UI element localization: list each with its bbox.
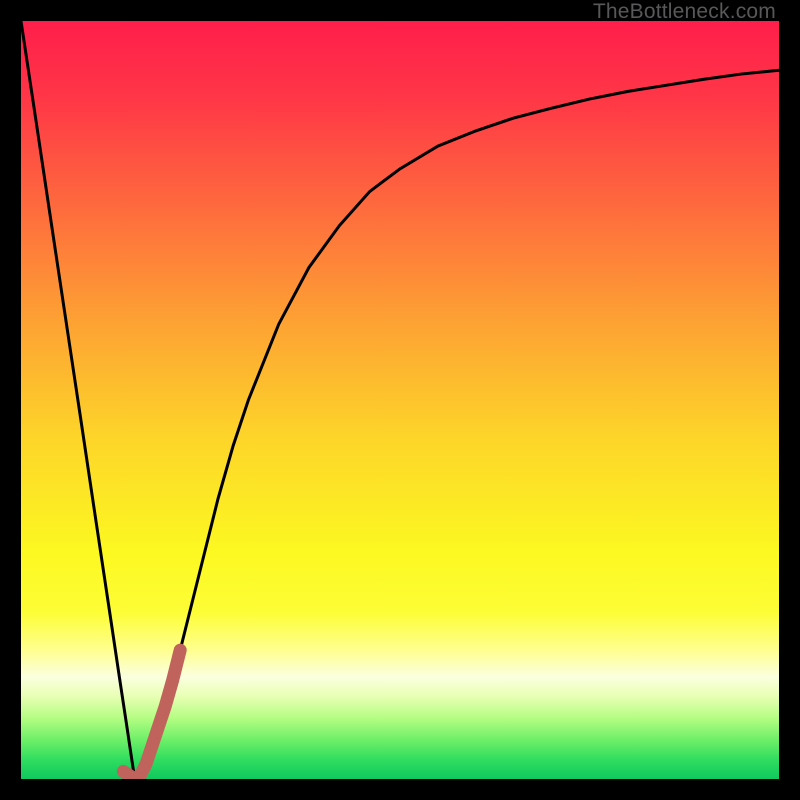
chart-background	[21, 21, 779, 779]
bottleneck-chart	[21, 21, 779, 779]
chart-frame: TheBottleneck.com	[0, 0, 800, 800]
watermark-text: TheBottleneck.com	[593, 0, 776, 24]
